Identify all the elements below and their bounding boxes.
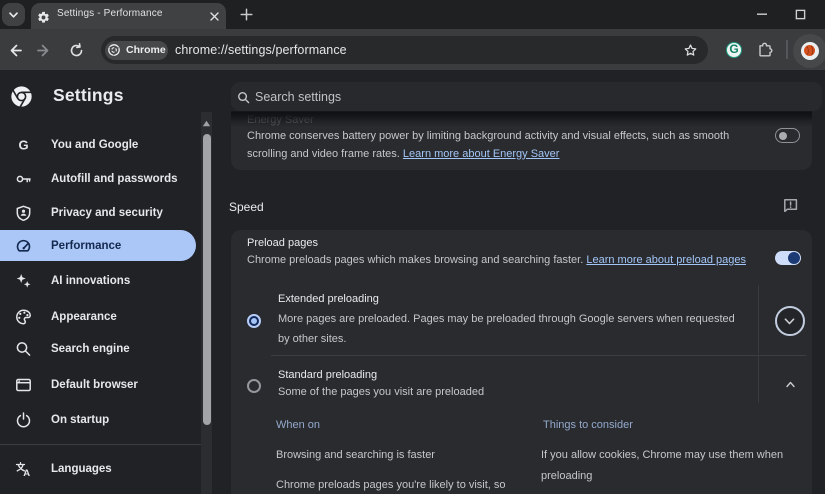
svg-text:G: G [18,138,28,153]
svg-text:A: A [23,468,30,478]
